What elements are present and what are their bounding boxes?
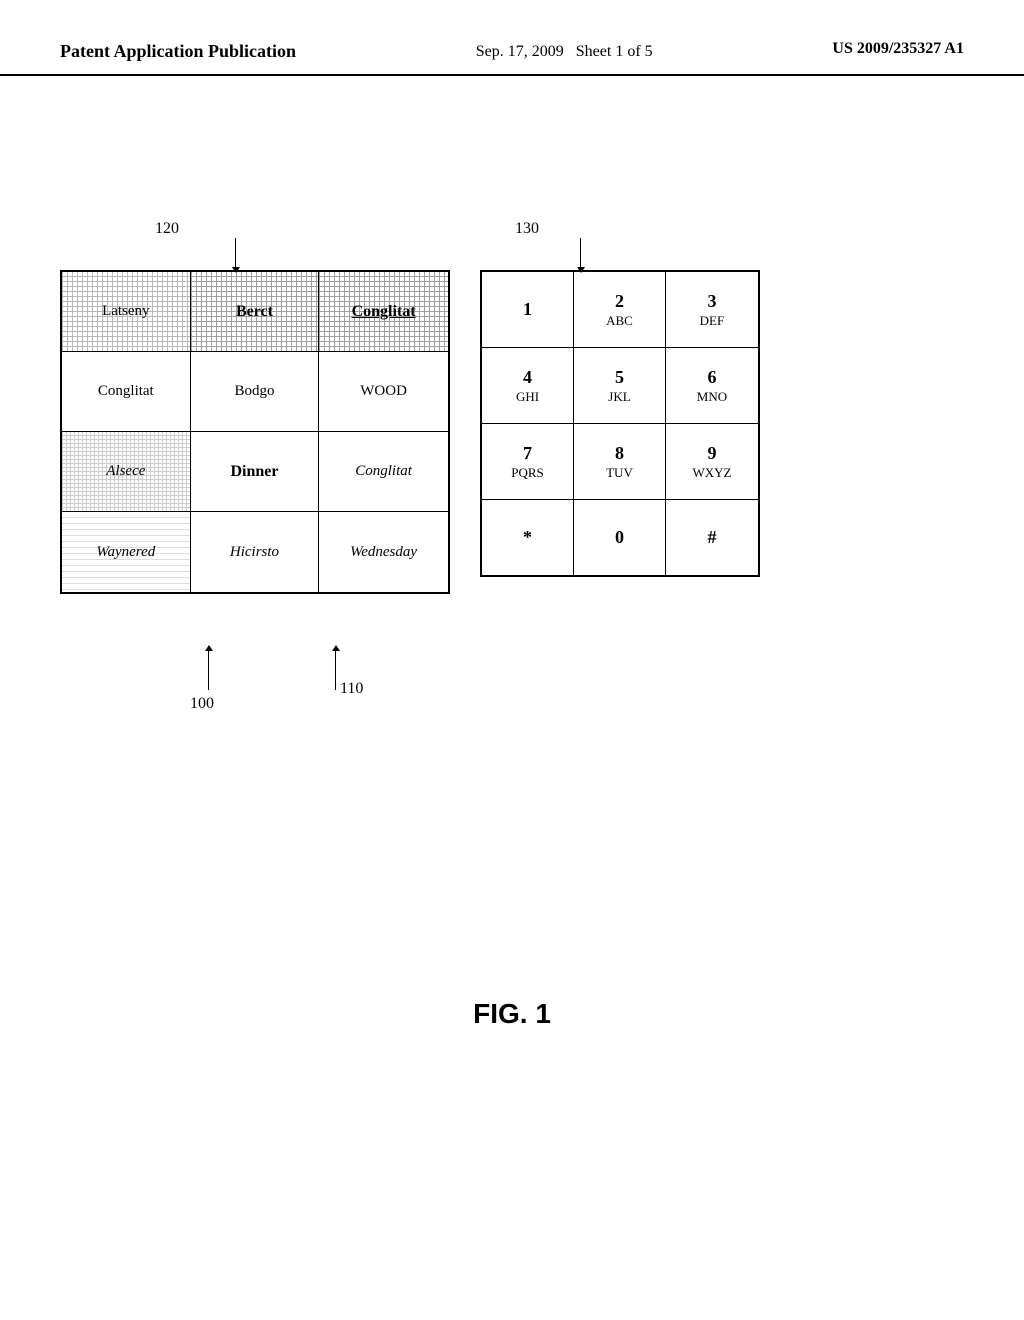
- numpad-key-8[interactable]: 8 TUV: [574, 424, 666, 499]
- grid-cell: Latseny: [62, 272, 191, 351]
- label-120: 120: [155, 220, 179, 238]
- grid-cell: Waynered: [62, 512, 191, 592]
- grid-cell: Wednesday: [319, 512, 448, 592]
- label-100: 100: [190, 695, 214, 713]
- numpad-letters: PQRS: [511, 465, 544, 481]
- numpad-letters: WXYZ: [692, 465, 731, 481]
- grid-row: Latseny Berct Conglitat: [62, 272, 448, 352]
- grid-cell: WOOD: [319, 352, 448, 431]
- arrow-110-icon: [335, 650, 336, 690]
- grid-row: Alsece Dinner Conglitat: [62, 432, 448, 512]
- grid-cell: Conglitat: [62, 352, 191, 431]
- numpad-letters: ABC: [606, 313, 633, 329]
- grid-cell: Berct: [191, 272, 320, 351]
- grid-row: Waynered Hicirsto Wednesday: [62, 512, 448, 592]
- numpad-row: 4 GHI 5 JKL 6 MNO: [482, 348, 758, 424]
- numpad-digit: 4: [523, 367, 532, 389]
- grid-cell: Conglitat: [319, 432, 448, 511]
- numpad-row: 1 2 ABC 3 DEF: [482, 272, 758, 348]
- numpad-key-0[interactable]: 0: [574, 500, 666, 575]
- numpad-key-6[interactable]: 6 MNO: [666, 348, 758, 423]
- numpad-key-7[interactable]: 7 PQRS: [482, 424, 574, 499]
- cell-text-waynered: Waynered: [92, 540, 159, 565]
- numpad-row: 7 PQRS 8 TUV 9 WXYZ: [482, 424, 758, 500]
- numpad-digit: 6: [707, 367, 716, 389]
- label-130: 130: [515, 220, 539, 238]
- numpad-key-4[interactable]: 4 GHI: [482, 348, 574, 423]
- cell-text-alsece: Alsece: [102, 459, 149, 484]
- numpad-letters: JKL: [608, 389, 630, 405]
- publication-title: Patent Application Publication: [60, 40, 296, 63]
- label-110: 110: [340, 680, 363, 698]
- page-header: Patent Application Publication Sep. 17, …: [0, 0, 1024, 76]
- publication-date: Sep. 17, 2009 Sheet 1 of 5: [476, 40, 653, 64]
- numpad-key-hash[interactable]: #: [666, 500, 758, 575]
- grid-cell: Bodgo: [191, 352, 320, 431]
- arrow-120-icon: [235, 238, 236, 268]
- right-panel-numpad: 1 2 ABC 3 DEF 4 GHI 5 JKL 6 MNO: [480, 270, 760, 577]
- numpad-digit: 8: [615, 443, 624, 465]
- left-panel-grid: Latseny Berct Conglitat Conglitat Bodgo …: [60, 270, 450, 594]
- numpad-digit: 0: [615, 527, 624, 549]
- numpad-key-9[interactable]: 9 WXYZ: [666, 424, 758, 499]
- numpad-digit: *: [523, 527, 532, 549]
- cell-text-conglitat-bold: Conglitat: [348, 299, 420, 325]
- numpad-key-star[interactable]: *: [482, 500, 574, 575]
- cell-text-conglitat2: Conglitat: [94, 379, 158, 404]
- numpad-letters: GHI: [516, 389, 539, 405]
- grid-cell: Hicirsto: [191, 512, 320, 592]
- cell-text-conglitat-italic: Conglitat: [351, 459, 416, 484]
- arrow-100-icon: [208, 650, 209, 690]
- numpad-digit: 1: [523, 299, 532, 321]
- numpad-digit: #: [707, 527, 716, 549]
- numpad-key-2[interactable]: 2 ABC: [574, 272, 666, 347]
- numpad-letters: MNO: [697, 389, 727, 405]
- numpad-digit: 3: [707, 291, 716, 313]
- cell-text-latseny: Latseny: [98, 299, 153, 324]
- grid-cell: Alsece: [62, 432, 191, 511]
- numpad-key-1[interactable]: 1: [482, 272, 574, 347]
- arrow-130-icon: [580, 238, 581, 268]
- numpad-key-3[interactable]: 3 DEF: [666, 272, 758, 347]
- numpad-key-5[interactable]: 5 JKL: [574, 348, 666, 423]
- numpad-letters: TUV: [606, 465, 633, 481]
- numpad-digit: 2: [615, 291, 624, 313]
- numpad-digit: 7: [523, 443, 532, 465]
- cell-text-wood: WOOD: [356, 379, 411, 404]
- cell-text-berct: Berct: [232, 299, 277, 325]
- cell-text-dinner: Dinner: [226, 459, 282, 485]
- numpad-digit: 5: [615, 367, 624, 389]
- numpad-digit: 9: [707, 443, 716, 465]
- cell-text-bodgo: Bodgo: [230, 379, 278, 404]
- numpad-row: * 0 #: [482, 500, 758, 575]
- cell-text-wednesday: Wednesday: [346, 540, 421, 565]
- grid-cell: Conglitat: [319, 272, 448, 351]
- numpad-letters: DEF: [700, 313, 725, 329]
- figure-label: FIG. 1: [0, 998, 1024, 1030]
- publication-number: US 2009/235327 A1: [832, 40, 964, 58]
- grid-row: Conglitat Bodgo WOOD: [62, 352, 448, 432]
- grid-cell: Dinner: [191, 432, 320, 511]
- cell-text-hicirsto: Hicirsto: [226, 540, 283, 565]
